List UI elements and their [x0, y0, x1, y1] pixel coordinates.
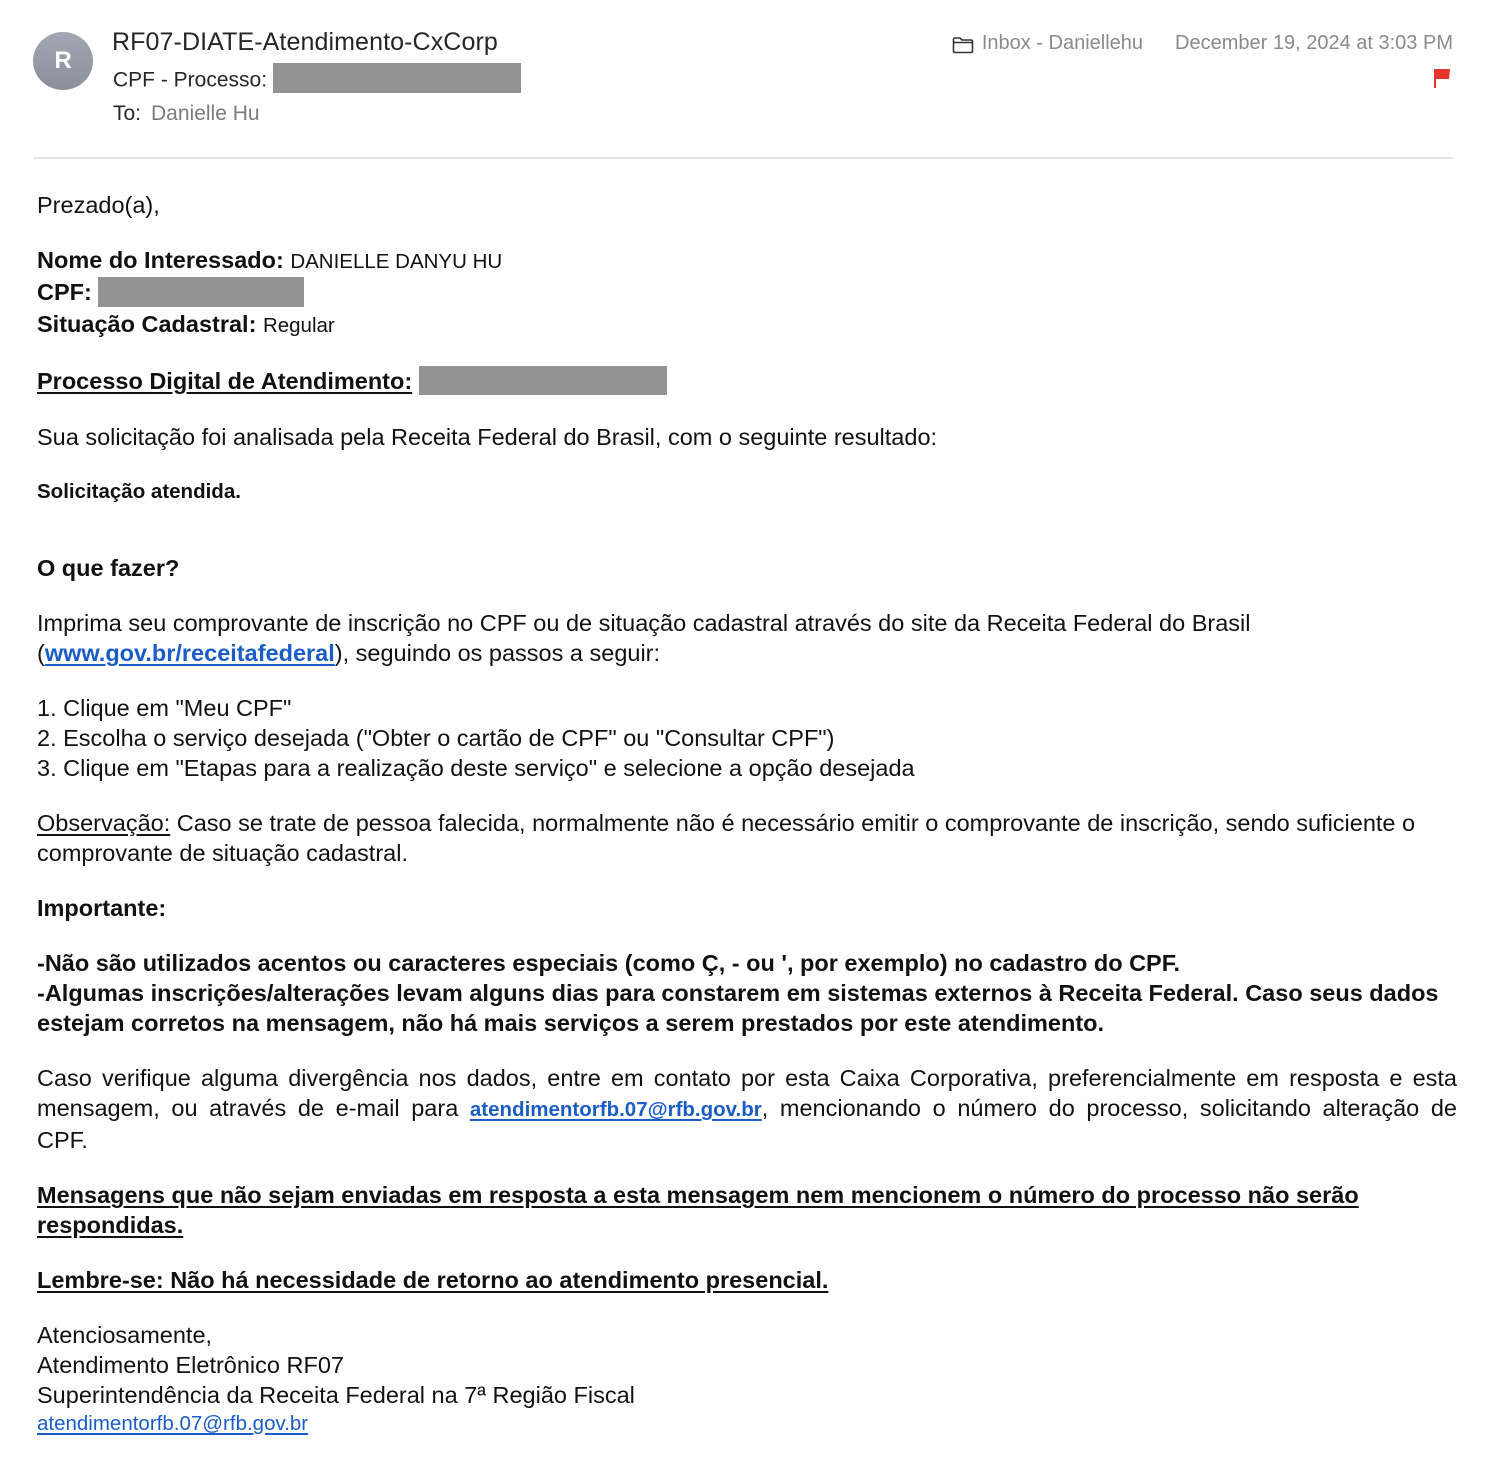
interessado-value: DANIELLE DANYU HU: [290, 250, 503, 273]
receita-site-link[interactable]: www.gov.br/receitafederal: [45, 640, 335, 666]
important-item-1: -Não são utilizados acentos ou caractere…: [37, 950, 1181, 977]
support-email-link[interactable]: atendimentorfb.07@rfb.gov.br: [470, 1098, 762, 1121]
what-to-do-heading: O que fazer?: [37, 555, 180, 582]
header-divider: [33, 157, 1453, 159]
recipient-name[interactable]: Danielle Hu: [151, 102, 260, 125]
email-date: December 19, 2024 at 3:03 PM: [1175, 32, 1453, 54]
processo-label: Processo Digital de Atendimento:: [37, 367, 413, 394]
interessado-label: Nome do Interessado:: [37, 247, 284, 273]
situacao-value: Regular: [262, 313, 335, 337]
reminder-text: Lembre-se: Não há necessidade de retorno…: [37, 1267, 829, 1294]
result-text: Solicitação atendida.: [37, 480, 241, 504]
important-item-2: -Algumas inscrições/alterações levam alg…: [37, 980, 1439, 1037]
importante-heading: Importante:: [37, 895, 167, 922]
greeting: Prezado(a),: [37, 192, 160, 218]
divergence-paragraph: Caso verifique alguma divergência nos da…: [37, 1063, 1457, 1155]
step-3: 3. Clique em "Etapas para a realização d…: [37, 755, 915, 782]
recipient-row: To: Danielle Hu: [113, 102, 260, 126]
signature-line-1: Atendimento Eletrônico RF07: [37, 1352, 344, 1379]
processo-row: Processo Digital de Atendimento:: [37, 366, 1457, 397]
email-meta: Inbox - Daniellehu December 19, 2024 at …: [952, 32, 1453, 55]
subject-label: CPF - Processo:: [113, 68, 268, 92]
cpf-label: CPF:: [37, 279, 92, 305]
subject-redaction: [273, 63, 522, 93]
instructions-line2: (www.gov.br/receitafederal), seguindo os…: [37, 638, 1457, 668]
folder-icon: [952, 36, 974, 53]
email-header: R RF07-DIATE-Atendimento-CxCorp CPF - Pr…: [0, 0, 1500, 160]
warning-text: Mensagens que não sejam enviadas em resp…: [37, 1182, 1359, 1239]
observacao-text: Caso se trate de pessoa falecida, normal…: [37, 810, 1416, 867]
cpf-redaction: [97, 276, 304, 307]
instructions-line1: Imprima seu comprovante de inscrição no …: [37, 610, 1251, 637]
signature-closing: Atenciosamente,: [37, 1322, 213, 1349]
observacao-label: Observação:: [37, 810, 171, 837]
signature-email-link[interactable]: atendimentorfb.07@rfb.gov.br: [37, 1412, 308, 1435]
analysis-text: Sua solicitação foi analisada pela Recei…: [37, 424, 938, 451]
sender-avatar: R: [33, 32, 93, 90]
sender-name[interactable]: RF07-DIATE-Atendimento-CxCorp: [112, 28, 498, 57]
processo-redaction: [418, 366, 667, 396]
flag-icon[interactable]: [1432, 67, 1452, 89]
instructions-rest: ), seguindo os passos a seguir:: [334, 640, 661, 667]
mailbox-name[interactable]: Inbox - Daniellehu: [982, 32, 1143, 55]
to-label: To:: [113, 102, 142, 125]
situacao-row: Situação Cadastral: Regular: [37, 309, 1457, 341]
situacao-label: Situação Cadastral:: [37, 310, 257, 337]
email-subject: CPF - Processo:: [113, 63, 522, 96]
signature-line-2: Superintendência da Receita Federal na 7…: [37, 1382, 635, 1409]
observacao-paragraph: Observação: Caso se trate de pessoa fale…: [37, 808, 1457, 868]
interessado-row: Nome do Interessado: DANIELLE DANYU HU: [37, 245, 1457, 277]
step-1: 1. Clique em "Meu CPF": [37, 695, 292, 722]
cpf-row: CPF:: [37, 276, 1457, 309]
avatar-initial: R: [54, 47, 72, 74]
open-paren: (: [37, 640, 45, 667]
step-2: 2. Escolha o serviço desejada ("Obter o …: [37, 725, 835, 752]
email-body: Prezado(a), Nome do Interessado: DANIELL…: [37, 190, 1457, 1436]
